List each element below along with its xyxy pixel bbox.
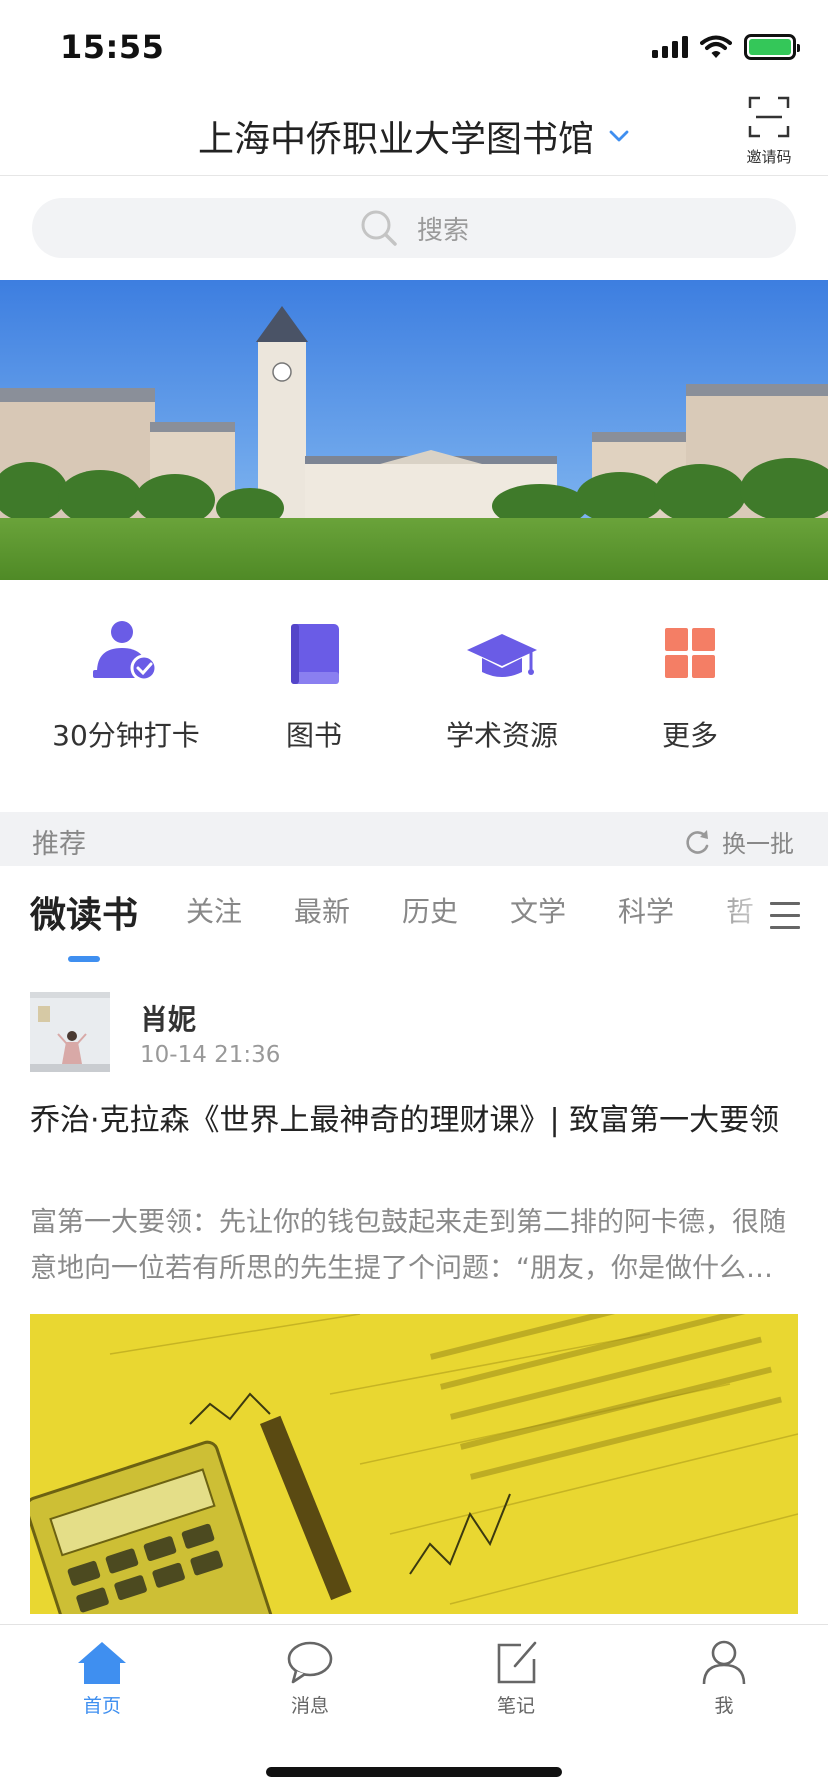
invite-code-label: 邀请码 <box>746 148 792 166</box>
nav-home[interactable]: 首页 <box>42 1639 162 1718</box>
campus-banner-image[interactable] <box>0 280 828 580</box>
tab-literature[interactable]: 文学 <box>510 890 566 930</box>
scan-icon <box>748 96 790 138</box>
cellular-signal-icon <box>652 36 688 58</box>
action-books[interactable]: 图书 <box>214 618 414 754</box>
message-icon <box>287 1641 333 1684</box>
status-time: 15:55 <box>60 28 165 66</box>
tab-follow[interactable]: 关注 <box>186 890 242 930</box>
nav-home-label: 首页 <box>82 1695 121 1717</box>
home-icon <box>78 1642 126 1684</box>
user-icon <box>702 1640 746 1685</box>
nav-notes[interactable]: 笔记 <box>456 1639 576 1718</box>
search-bar[interactable]: 搜索 <box>32 198 796 258</box>
post-time: 10-14 21:36 <box>140 1042 281 1068</box>
book-icon <box>291 624 339 684</box>
action-more-label: 更多 <box>661 719 718 752</box>
tab-weidushu[interactable]: 微读书 <box>30 886 138 938</box>
page-title: 上海中侨职业大学图书馆 <box>197 119 594 160</box>
finance-cover-photo <box>30 1314 798 1614</box>
article-title[interactable]: 乔治·克拉森《世界上最神奇的理财课》| 致富第一大要领 <box>30 1100 798 1142</box>
home-indicator[interactable] <box>266 1767 562 1777</box>
nav-me[interactable]: 我 <box>664 1639 784 1718</box>
nav-messages[interactable]: 消息 <box>250 1639 370 1718</box>
refresh-batch-label: 换一批 <box>722 830 794 858</box>
quick-actions: 30分钟打卡 图书 学术资源 更多 <box>0 618 828 758</box>
avatar-photo <box>30 992 110 1072</box>
menu-icon[interactable] <box>770 902 800 930</box>
bottom-navigation: 首页 消息 笔记 我 <box>0 1624 828 1792</box>
refresh-batch-button[interactable]: 换一批 <box>682 824 794 859</box>
invite-code-button[interactable]: 邀请码 <box>744 96 794 167</box>
search-icon <box>361 210 397 246</box>
active-tab-indicator <box>68 956 100 962</box>
campus-photo <box>0 280 828 580</box>
search-placeholder: 搜索 <box>416 215 469 246</box>
avatar[interactable] <box>30 992 110 1072</box>
article-cover-image[interactable] <box>30 1314 798 1614</box>
nav-notes-label: 笔记 <box>496 1695 535 1717</box>
article-excerpt: 富第一大要领：先让你的钱包鼓起来走到第二排的阿卡德，很随意地向一位若有所思的先生… <box>30 1207 786 1284</box>
recommend-title: 推荐 <box>32 829 86 860</box>
tab-history[interactable]: 历史 <box>402 890 458 930</box>
author-name[interactable]: 肖妮 <box>140 998 196 1038</box>
graduation-cap-icon <box>467 634 537 677</box>
library-selector[interactable]: 上海中侨职业大学图书馆 <box>0 110 828 162</box>
action-books-label: 图书 <box>285 719 342 752</box>
status-bar: 15:55 <box>0 0 828 92</box>
chevron-down-icon <box>609 130 629 142</box>
status-icons <box>652 34 800 60</box>
battery-icon <box>744 34 800 60</box>
nav-me-label: 我 <box>714 1695 734 1717</box>
recommend-section-header: 推荐 换一批 <box>0 812 828 866</box>
header: 上海中侨职业大学图书馆 邀请码 <box>0 92 828 176</box>
action-academic-label: 学术资源 <box>445 719 558 752</box>
grid-icon <box>665 628 715 678</box>
category-tabs: 微读书 关注 最新 历史 文学 科学 哲 <box>0 866 828 970</box>
action-academic-resources[interactable]: 学术资源 <box>402 618 602 754</box>
note-icon <box>497 1641 537 1684</box>
action-checkin-label: 30分钟打卡 <box>52 719 200 752</box>
user-check-icon <box>93 621 158 682</box>
nav-messages-label: 消息 <box>290 1695 329 1717</box>
tab-science[interactable]: 科学 <box>618 890 674 930</box>
action-checkin[interactable]: 30分钟打卡 <box>26 618 226 754</box>
wifi-icon <box>700 35 732 58</box>
action-more[interactable]: 更多 <box>590 618 790 754</box>
refresh-icon <box>686 829 709 854</box>
tab-latest[interactable]: 最新 <box>294 890 350 930</box>
